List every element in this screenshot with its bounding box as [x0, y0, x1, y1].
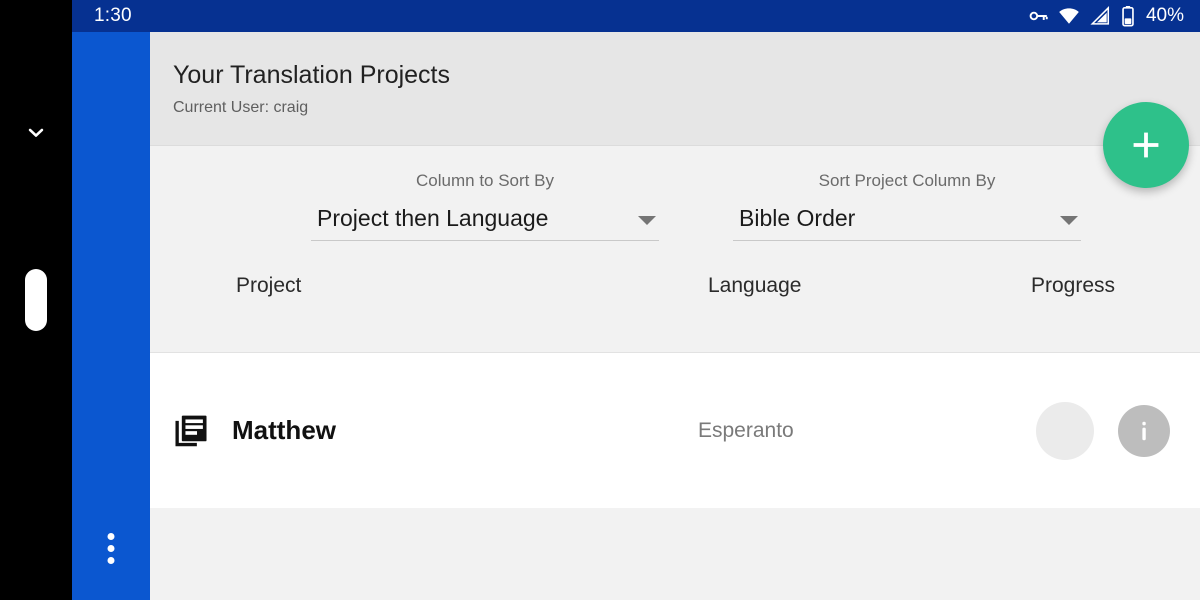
sort-project-column-dropdown[interactable]: Bible Order	[733, 205, 1081, 241]
status-bar: 1:30 40%	[72, 0, 1200, 32]
status-time: 1:30	[94, 5, 132, 26]
app-content: Your Translation Projects Current User: …	[150, 32, 1200, 600]
progress-indicator[interactable]	[1036, 401, 1094, 460]
app-screen: 1:30 40% Your Translation Projects Curre…	[0, 0, 1200, 600]
status-icon-group: 40%	[1027, 5, 1184, 27]
app-header: Your Translation Projects Current User: …	[150, 32, 1200, 145]
more-vertical-icon[interactable]	[107, 533, 115, 564]
add-project-fab[interactable]	[1103, 102, 1189, 188]
current-user-label: Current User: craig	[173, 98, 309, 116]
info-icon	[1129, 416, 1159, 446]
wifi-icon	[1058, 5, 1080, 27]
cellular-signal-icon	[1089, 5, 1111, 27]
page-title: Your Translation Projects	[173, 61, 451, 89]
battery-percent-label: 40%	[1145, 5, 1184, 26]
home-pill-handle[interactable]	[25, 269, 47, 331]
vpn-key-icon	[1027, 5, 1049, 27]
sort-project-column-value: Bible Order	[739, 205, 856, 231]
column-header-progress: Progress	[1031, 274, 1116, 297]
sort-project-column-label: Sort Project Column By	[818, 171, 996, 190]
project-list: Matthew Esperanto	[150, 352, 1200, 508]
chevron-down-icon	[1060, 216, 1078, 225]
sort-controls-section: Column to Sort By Project then Language …	[150, 145, 1200, 352]
project-language: Esperanto	[698, 418, 794, 442]
project-name: Matthew	[232, 415, 336, 445]
info-button[interactable]	[1118, 404, 1170, 457]
chevron-down-icon[interactable]	[23, 120, 49, 146]
library-books-icon	[172, 412, 210, 450]
project-cell: Matthew	[172, 412, 336, 450]
table-row[interactable]: Matthew Esperanto	[150, 353, 1200, 508]
app-side-rail	[72, 32, 150, 600]
sort-column-value: Project then Language	[317, 205, 549, 231]
sort-column-label: Column to Sort By	[416, 171, 554, 190]
battery-icon	[1120, 5, 1136, 27]
column-header-project: Project	[236, 274, 302, 297]
system-navigation-rail	[0, 0, 72, 600]
sort-column-dropdown[interactable]: Project then Language	[311, 205, 659, 241]
chevron-down-icon	[638, 216, 656, 225]
plus-icon	[1128, 127, 1164, 163]
sort-project-column-group: Sort Project Column By Bible Order	[733, 171, 1081, 241]
table-header-row: Project Language Progress	[150, 256, 1200, 316]
column-header-language: Language	[708, 274, 802, 297]
sort-column-group: Column to Sort By Project then Language	[311, 171, 659, 241]
